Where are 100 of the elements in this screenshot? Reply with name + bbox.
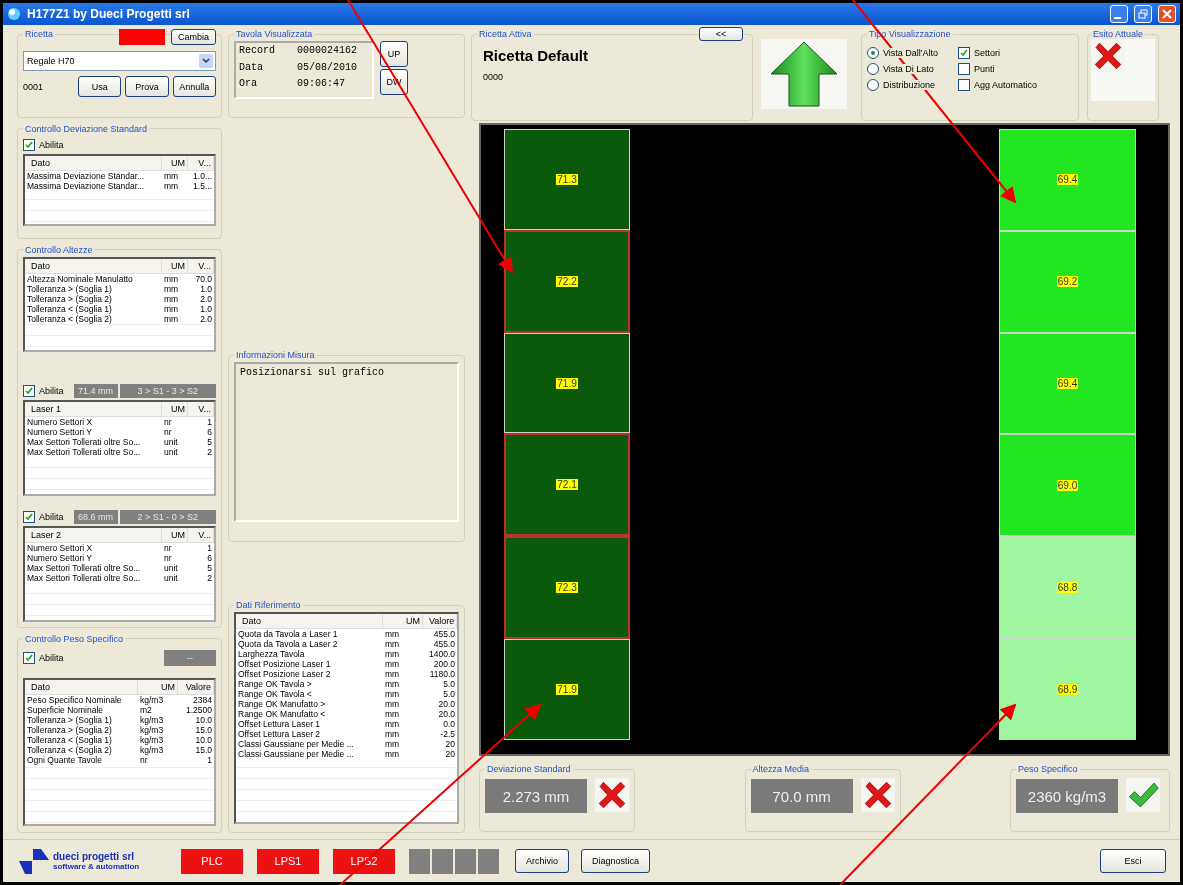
- sector-value: 68.9: [1056, 683, 1079, 695]
- column-header[interactable]: Laser 1: [25, 401, 162, 416]
- sector-cell[interactable]: 69.0: [999, 434, 1136, 537]
- column-header[interactable]: Valore: [423, 614, 457, 628]
- group-title: Controllo Deviazione Standard: [24, 123, 149, 134]
- record-value: 0000024162: [297, 45, 358, 58]
- radio-button[interactable]: [867, 79, 879, 91]
- table-cell-text: Classi Gaussiane per Medie ...: [237, 739, 355, 749]
- action-button[interactable]: Diagnostica: [581, 849, 651, 873]
- app-icon: [7, 7, 21, 21]
- status-indicator: PLC: [181, 848, 243, 874]
- close-button[interactable]: [1158, 5, 1176, 23]
- column-header[interactable]: Dato: [236, 614, 383, 628]
- table-cell-text: Max Settori Tollerati oltre So...: [26, 436, 142, 447]
- table-cell-text: mm: [384, 689, 401, 699]
- column-header[interactable]: V...: [188, 527, 214, 542]
- column-header[interactable]: Valore: [178, 679, 214, 694]
- sector-value: 71.9: [556, 684, 578, 696]
- sector-cell[interactable]: 69.2: [999, 230, 1136, 333]
- column-header[interactable]: V...: [188, 155, 214, 170]
- checkbox[interactable]: [958, 63, 971, 75]
- table-cell-text: kg/m3: [139, 734, 165, 745]
- table-cell-text: 6: [206, 552, 213, 563]
- table-cell-text: mm: [163, 180, 180, 191]
- checkbox[interactable]: [958, 47, 971, 59]
- group-title: Controllo Peso Specifico: [24, 633, 125, 644]
- column-header[interactable]: UM: [162, 155, 188, 170]
- table-cell-text: 20: [444, 749, 456, 759]
- checkbox[interactable]: [23, 510, 35, 523]
- collapse-button[interactable]: <<: [699, 27, 743, 41]
- column-header[interactable]: Dato: [25, 155, 162, 170]
- action-button[interactable]: Usa: [78, 76, 122, 97]
- column-header[interactable]: Dato: [25, 258, 162, 273]
- sector-cell[interactable]: 72.2: [504, 229, 630, 333]
- sector-cell[interactable]: 71.3: [504, 129, 630, 230]
- column-header[interactable]: Laser 2: [25, 527, 162, 542]
- radio-button[interactable]: [867, 63, 879, 75]
- table-cell-text: -2.5: [439, 729, 456, 739]
- checkbox[interactable]: [23, 138, 35, 151]
- table-cell-text: Range OK Manufatto >: [237, 699, 327, 709]
- reading-display: --: [164, 649, 216, 666]
- table-cell-text: mm: [384, 749, 401, 759]
- table-cell-text: 70.0: [194, 273, 213, 284]
- table-cell-text: 0.0: [442, 719, 456, 729]
- sector-cell[interactable]: 71.9: [504, 639, 630, 740]
- table-cell-text: 10.0: [194, 734, 213, 745]
- table-cell-text: nr: [163, 552, 173, 563]
- table-cell-text: 1: [206, 416, 213, 427]
- table-cell-text: 15.0: [194, 744, 213, 755]
- nav-button[interactable]: UP: [380, 41, 408, 67]
- table-cell-text: unit: [163, 446, 179, 457]
- table-cell-text: 1400.0: [428, 649, 456, 659]
- table-cell-text: 1.2500: [185, 704, 213, 715]
- sector-cell[interactable]: 69.4: [999, 129, 1136, 231]
- sector-cell[interactable]: 68.8: [999, 536, 1136, 639]
- table-cell-text: 1: [206, 542, 213, 553]
- table-cell-text: mm: [163, 303, 180, 314]
- sector-cell[interactable]: 72.1: [504, 433, 630, 537]
- column-header[interactable]: V...: [188, 258, 214, 273]
- table-cell-text: Tolleranza < (Soglia 1): [26, 303, 113, 314]
- action-button[interactable]: Archivio: [515, 849, 569, 873]
- column-header[interactable]: UM: [162, 527, 188, 542]
- column-header[interactable]: UM: [138, 679, 178, 694]
- recipe-code: 0000: [483, 72, 505, 82]
- sector-cell[interactable]: 69.4: [999, 332, 1136, 435]
- column-header[interactable]: V...: [188, 401, 214, 416]
- table-cell-text: 5.0: [442, 689, 456, 699]
- column-header[interactable]: UM: [162, 401, 188, 416]
- radio-button[interactable]: [867, 47, 879, 59]
- table-cell-text: 1.0: [199, 303, 213, 314]
- sector-cell[interactable]: 71.9: [504, 332, 630, 434]
- sector-cell[interactable]: 68.9: [999, 638, 1136, 740]
- table-cell-text: Numero Settori X: [26, 542, 94, 553]
- checkbox[interactable]: [958, 79, 971, 91]
- recipe-dropdown[interactable]: Regale H70: [23, 51, 216, 71]
- column-header[interactable]: UM: [383, 614, 423, 628]
- change-button[interactable]: Cambia: [171, 29, 216, 45]
- table-cell-text: 2384: [192, 694, 213, 705]
- checkbox[interactable]: [23, 651, 35, 664]
- group-title: Peso Specifico: [1017, 764, 1079, 774]
- table-cell-text: Max Settori Tollerati oltre So...: [26, 446, 142, 457]
- group-title: Informazioni Misura: [235, 350, 316, 360]
- group-title: Ricetta Attiva: [478, 29, 533, 39]
- action-button[interactable]: Annulla: [172, 76, 216, 97]
- table-cell-text: 455.0: [432, 639, 456, 649]
- column-header[interactable]: UM: [162, 258, 188, 273]
- table-cell-text: Tolleranza < (Soglia 1): [26, 734, 113, 745]
- column-header[interactable]: Dato: [25, 679, 138, 694]
- sector-cell[interactable]: 72.3: [504, 536, 630, 640]
- exit-button[interactable]: Esci: [1100, 849, 1166, 873]
- table-cell-text: Classi Gaussiane per Medie ...: [237, 749, 355, 759]
- restore-button[interactable]: [1134, 5, 1152, 23]
- minimize-icon: [1114, 17, 1121, 19]
- checkbox[interactable]: [23, 384, 35, 397]
- table-cell-text: mm: [163, 313, 180, 324]
- table-cell-text: 20: [444, 739, 456, 749]
- minimize-button[interactable]: [1110, 5, 1128, 23]
- action-button[interactable]: Prova: [125, 76, 169, 97]
- table-cell-text: 1.0...: [192, 170, 213, 181]
- sector-value: 69.0: [1056, 479, 1079, 491]
